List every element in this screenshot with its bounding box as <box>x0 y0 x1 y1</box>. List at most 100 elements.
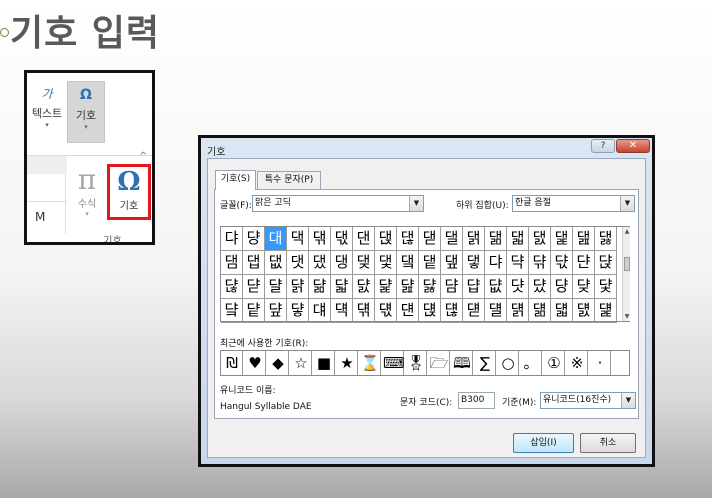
subset-select[interactable]: 한글 음절 ▼ <box>512 195 635 212</box>
font-select[interactable]: 맑은 고딕 ▼ <box>252 195 424 212</box>
symbol-cell[interactable]: 댟 <box>551 251 573 275</box>
symbol-cell[interactable]: 댞 <box>529 251 551 275</box>
symbol-cell[interactable]: 덁 <box>507 299 529 323</box>
symbol-cell[interactable]: 댪 <box>397 275 419 299</box>
symbol-cell[interactable]: 댴 <box>221 299 243 323</box>
symbol-cell[interactable]: 댐 <box>221 251 243 275</box>
symbol-cell[interactable]: 댗 <box>375 251 397 275</box>
symbol-cell[interactable]: 댆 <box>397 227 419 251</box>
symbol-cell[interactable]: 댶 <box>265 299 287 323</box>
symbol-cell[interactable]: 댣 <box>243 275 265 299</box>
symbol-cell[interactable]: 댮 <box>485 275 507 299</box>
symbol-cell[interactable]: 댂 <box>309 227 331 251</box>
charcode-input[interactable]: B300 <box>458 392 495 409</box>
symbol-cell[interactable]: 댦 <box>309 275 331 299</box>
symbol-cell[interactable]: 댔 <box>309 251 331 275</box>
recent-symbol-cell[interactable]: ★ <box>337 351 358 375</box>
symbol-cell[interactable]: 덃 <box>551 299 573 323</box>
symbol-cell[interactable]: 댢 <box>221 275 243 299</box>
symbol-cell[interactable]: 덅 <box>595 299 617 323</box>
symbol-cell[interactable]: 덂 <box>529 299 551 323</box>
symbol-cell[interactable]: 댻 <box>375 299 397 323</box>
dropdown-arrow-icon[interactable]: ▼ <box>409 196 423 211</box>
symbol-cell[interactable]: 댏 <box>595 227 617 251</box>
symbol-cell[interactable]: 댱 <box>243 227 265 251</box>
symbol-cell[interactable]: 댿 <box>463 299 485 323</box>
symbol-grid[interactable]: ▲ ▼ 댜댱대댁댂댃댄댅댆댇댈댉댊댋댌댍댎댏댐댑댒댓댔댕댖댗댘댙댚댛댜댝댞댟댠댡… <box>220 226 630 323</box>
recent-symbols-list[interactable]: ₪ ♥ ◆ ☆ ■ ★ ⌛ ⌨ 🎖 🗁 🕮 ∑ ○。 ① ※ · <box>220 350 630 376</box>
symbol-cell[interactable]: 댜 <box>221 227 243 251</box>
from-select[interactable]: 유니코드(16진수) ▼ <box>540 392 636 409</box>
symbol-button[interactable]: Ω 기호 <box>107 164 151 220</box>
symbol-cell[interactable]: 댝 <box>507 251 529 275</box>
tab-symbols[interactable]: 기호(S) <box>215 170 256 190</box>
recent-symbol-cell[interactable]: ⌛ <box>360 351 381 375</box>
symbol-cell[interactable]: 댽 <box>419 299 441 323</box>
recent-symbol-cell[interactable]: 🎖 <box>406 351 427 375</box>
symbol-cell[interactable]: 댘 <box>397 251 419 275</box>
symbol-cell[interactable]: 댷 <box>287 299 309 323</box>
symbol-cell[interactable]: 댜 <box>485 251 507 275</box>
symbols-menu-button[interactable]: Ω 기호 ▾ <box>67 81 105 143</box>
symbol-cell[interactable]: 댄 <box>353 227 375 251</box>
symbol-cell[interactable]: 댍 <box>551 227 573 251</box>
symbol-cell[interactable]: 대 <box>265 227 287 251</box>
symbol-cell[interactable]: 댺 <box>353 299 375 323</box>
recent-symbol-cell[interactable]: 🗁 <box>429 351 450 375</box>
symbol-cell[interactable]: 댒 <box>265 251 287 275</box>
scroll-up-icon[interactable]: ▲ <box>623 228 631 235</box>
close-button[interactable]: ✕ <box>616 139 650 153</box>
symbol-cell[interactable]: 댹 <box>331 299 353 323</box>
symbol-cell[interactable]: 댤 <box>265 275 287 299</box>
text-button[interactable]: 가 텍스트 ▾ <box>29 81 65 143</box>
recent-symbol-cell[interactable]: ※ <box>567 351 588 375</box>
symbol-cell[interactable]: 댙 <box>419 251 441 275</box>
symbol-cell[interactable]: 댾 <box>441 299 463 323</box>
symbol-cell[interactable]: 댭 <box>463 275 485 299</box>
grid-scrollbar[interactable]: ▲ ▼ <box>622 227 630 321</box>
symbol-cell[interactable]: 댓 <box>287 251 309 275</box>
collapse-icon[interactable]: ^ <box>139 151 147 162</box>
symbol-cell[interactable]: 댡 <box>595 251 617 275</box>
symbol-cell[interactable]: 댎 <box>573 227 595 251</box>
symbol-cell[interactable]: 댵 <box>243 299 265 323</box>
symbol-cell[interactable]: 댯 <box>507 275 529 299</box>
symbol-cell[interactable]: 댇 <box>419 227 441 251</box>
symbol-cell[interactable]: 댁 <box>287 227 309 251</box>
symbol-cell[interactable]: 댈 <box>441 227 463 251</box>
symbol-cell[interactable]: 덀 <box>485 299 507 323</box>
equation-button[interactable]: π 수식 ▾ <box>69 165 105 219</box>
symbol-cell[interactable]: 댥 <box>287 275 309 299</box>
symbol-cell[interactable]: 댬 <box>441 275 463 299</box>
symbol-cell[interactable]: 댌 <box>529 227 551 251</box>
dropdown-arrow-icon[interactable]: ▼ <box>621 393 635 408</box>
symbol-cell[interactable]: 댩 <box>375 275 397 299</box>
symbol-cell[interactable]: 댖 <box>353 251 375 275</box>
symbol-cell[interactable]: 댼 <box>397 299 419 323</box>
symbol-cell[interactable]: 댫 <box>419 275 441 299</box>
symbol-cell[interactable]: 댊 <box>485 227 507 251</box>
tab-special-characters[interactable]: 특수 문자(P) <box>257 171 321 189</box>
recent-symbol-cell[interactable]: ∑ <box>475 351 496 375</box>
symbol-cell[interactable]: 댰 <box>529 275 551 299</box>
recent-symbol-cell[interactable]: ⌨ <box>383 351 405 375</box>
recent-symbol-cell[interactable]: ☆ <box>291 351 312 375</box>
symbol-cell[interactable]: 댕 <box>331 251 353 275</box>
recent-symbol-cell[interactable]: ◆ <box>268 351 289 375</box>
scroll-thumb[interactable] <box>624 257 630 271</box>
symbol-cell[interactable]: 댧 <box>331 275 353 299</box>
symbol-cell[interactable]: 댃 <box>331 227 353 251</box>
recent-symbol-cell[interactable]: ○ <box>498 351 519 375</box>
scroll-down-icon[interactable]: ▼ <box>623 313 631 320</box>
recent-symbol-cell[interactable]: 。 <box>521 351 542 375</box>
symbol-cell[interactable]: 덄 <box>573 299 595 323</box>
symbol-cell[interactable]: 댚 <box>441 251 463 275</box>
dropdown-arrow-icon[interactable]: ▼ <box>620 196 634 211</box>
recent-symbol-cell[interactable]: ♥ <box>245 351 266 375</box>
symbol-cell[interactable]: 댅 <box>375 227 397 251</box>
symbol-cell[interactable]: 댲 <box>573 275 595 299</box>
symbol-cell[interactable]: 댉 <box>463 227 485 251</box>
recent-symbol-cell[interactable]: ① <box>544 351 565 375</box>
symbol-cell[interactable]: 댛 <box>463 251 485 275</box>
symbol-cell[interactable]: 댳 <box>595 275 617 299</box>
